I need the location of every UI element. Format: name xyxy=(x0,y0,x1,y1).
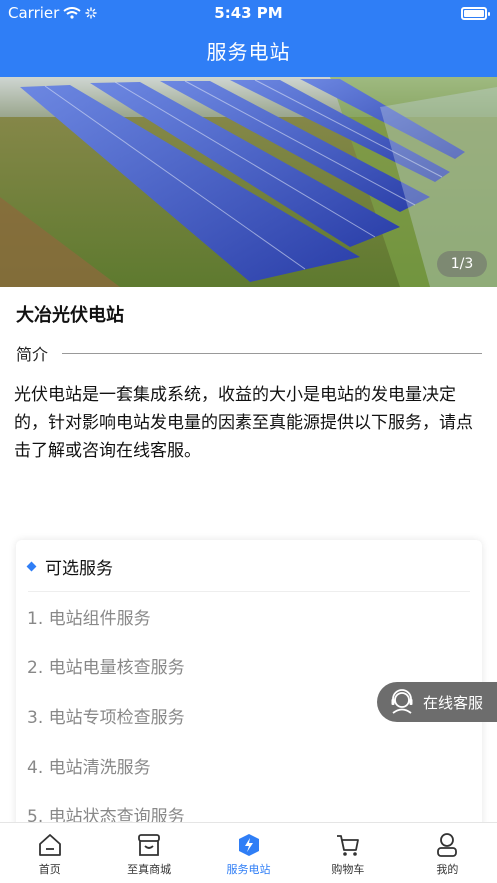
station-name: 大冶光伏电站 xyxy=(16,305,124,326)
tab-power-station[interactable]: 服务电站 xyxy=(199,823,298,883)
status-bar: Carrier 5:43 PM xyxy=(0,0,497,26)
service-item[interactable]: 3. 电站专项检查服务 xyxy=(27,703,185,728)
tab-label: 首页 xyxy=(38,863,61,876)
tab-store[interactable]: 至真商城 xyxy=(99,823,198,883)
service-item[interactable]: 1. 电站组件服务 xyxy=(27,604,151,629)
diamond-bullet-icon xyxy=(26,561,37,572)
bottom-tab-bar: 首页 至真商城 服务电站 购物车 我的 xyxy=(0,822,497,883)
tab-label: 我的 xyxy=(436,863,459,876)
battery-icon xyxy=(461,7,490,20)
tab-cart[interactable]: 购物车 xyxy=(298,823,397,883)
intro-divider xyxy=(62,352,482,354)
status-time: 5:43 PM xyxy=(214,4,283,22)
service-item[interactable]: 4. 电站清洗服务 xyxy=(27,753,151,778)
online-service-button[interactable]: 在线客服 xyxy=(377,682,497,722)
power-station-icon xyxy=(238,834,259,856)
tab-label: 至真商城 xyxy=(127,863,172,876)
services-card-title: 可选服务 xyxy=(26,554,113,579)
profile-icon xyxy=(437,833,458,857)
page-title: 服务电站 xyxy=(206,40,291,64)
card-divider xyxy=(28,591,470,592)
station-description: 光伏电站是一套集成系统，收益的大小是电站的发电量决定的，针对影响电站发电量的因素… xyxy=(14,385,473,461)
tab-label: 购物车 xyxy=(331,863,365,876)
cart-icon xyxy=(336,835,359,856)
customer-service-icon xyxy=(391,689,413,714)
intro-header: 简介 xyxy=(16,341,482,365)
banner-carousel[interactable]: 1/3 xyxy=(0,77,497,287)
intro-label: 简介 xyxy=(16,345,49,364)
service-item[interactable]: 2. 电站电量核查服务 xyxy=(27,653,185,678)
tab-profile[interactable]: 我的 xyxy=(398,823,497,883)
app-header: Carrier 5:43 PM 服务电站 xyxy=(0,0,497,77)
tab-home[interactable]: 首页 xyxy=(0,823,99,883)
tab-label: 服务电站 xyxy=(226,863,271,876)
services-title-label: 可选服务 xyxy=(45,559,113,579)
home-icon xyxy=(38,834,61,856)
carousel-pager: 1/3 xyxy=(437,251,487,277)
store-icon xyxy=(138,834,161,856)
solar-farm-image xyxy=(0,77,497,287)
online-service-label: 在线客服 xyxy=(423,693,484,712)
